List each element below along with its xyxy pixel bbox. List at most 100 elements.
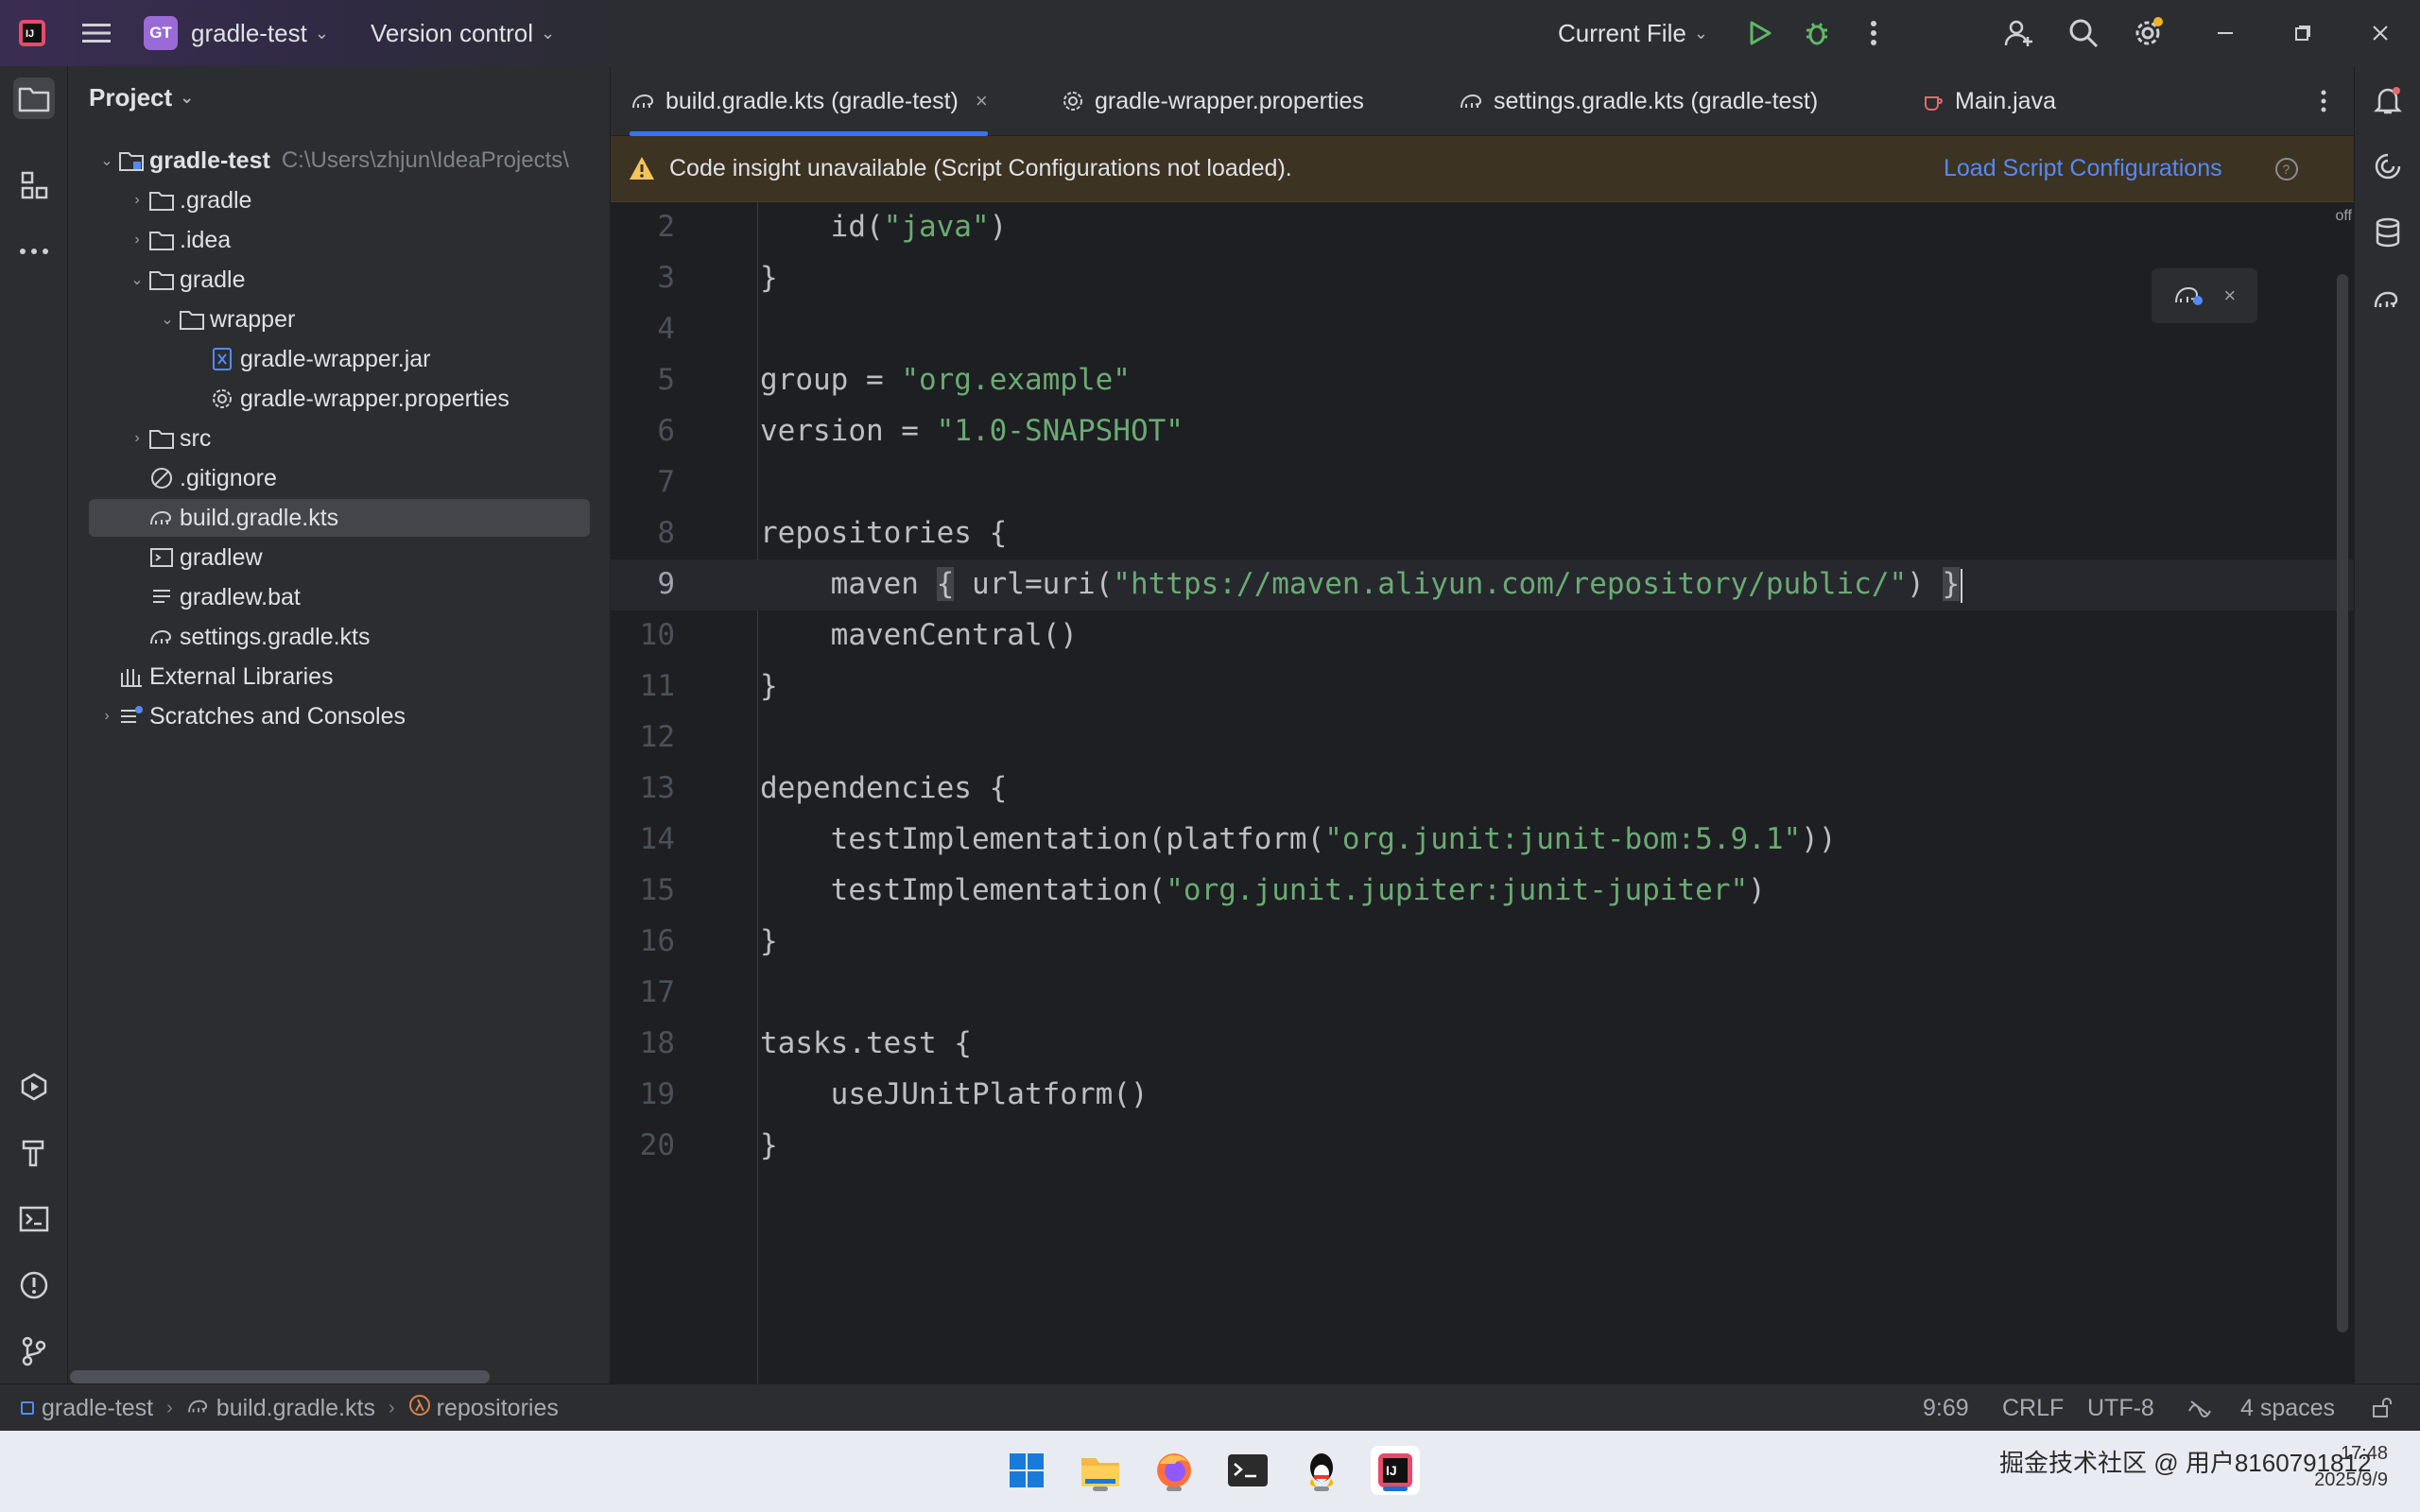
tab-build-gradle[interactable]: build.gradle.kts (gradle-test) ×: [630, 66, 988, 136]
inspection-status-label[interactable]: off: [2336, 208, 2353, 225]
run-config-selector[interactable]: Current File ⌄: [1558, 0, 1708, 66]
tree-item-scratches[interactable]: › Scratches and Consoles: [89, 697, 590, 735]
build-tool-icon[interactable]: [13, 1132, 55, 1174]
caret-position[interactable]: 9:69: [1923, 1384, 1969, 1432]
code-line[interactable]: 18 tasks.test {: [611, 1019, 2354, 1070]
intellij-logo-icon[interactable]: IJ: [15, 16, 49, 50]
breadcrumb-symbol[interactable]: repositories: [437, 1395, 559, 1422]
vertical-scrollbar[interactable]: [2337, 274, 2348, 1332]
project-panel-title[interactable]: Project ⌄: [89, 83, 194, 112]
code-line[interactable]: 10 mavenCentral(): [611, 610, 2354, 662]
system-clock[interactable]: 17:48 2025/9/9: [2314, 1440, 2388, 1493]
code-line[interactable]: 12: [611, 713, 2354, 764]
windows-start-icon[interactable]: [1002, 1446, 1051, 1495]
chevron-right-icon[interactable]: ›: [127, 232, 147, 249]
problems-tool-icon[interactable]: [13, 1264, 55, 1306]
code-line[interactable]: 2 id("java"): [611, 202, 2354, 253]
tree-item-gradlew-bat[interactable]: gradlew.bat: [89, 578, 590, 616]
breadcrumb-file[interactable]: build.gradle.kts: [216, 1395, 375, 1422]
database-icon[interactable]: [2367, 212, 2409, 253]
breadcrumb-project[interactable]: gradle-test: [42, 1395, 153, 1422]
restore-icon[interactable]: [2286, 16, 2320, 50]
qq-icon[interactable]: [1297, 1446, 1346, 1495]
tree-item-project-root[interactable]: ⌄ gradle-test C:\Users\zhjun\IdeaProject…: [89, 142, 590, 180]
vcs-menu[interactable]: Version control ⌄: [371, 0, 555, 66]
code-line[interactable]: 20 }: [611, 1121, 2354, 1172]
code-line-current[interactable]: 9 maven { url=uri("https://maven.aliyun.…: [611, 559, 2354, 610]
tree-item-settings-gradle[interactable]: settings.gradle.kts: [89, 618, 590, 656]
read-only-lock-icon[interactable]: [2371, 1384, 2394, 1432]
code-line[interactable]: 4: [611, 304, 2354, 355]
code-line[interactable]: 15 testImplementation("org.junit.jupiter…: [611, 866, 2354, 917]
terminal-app-icon[interactable]: [1223, 1446, 1272, 1495]
code-style-icon[interactable]: [2187, 1384, 2212, 1432]
code-line[interactable]: 5 group = "org.example": [611, 355, 2354, 406]
line-separator[interactable]: CRLF: [2002, 1384, 2064, 1432]
project-tool-icon[interactable]: [13, 77, 55, 119]
code-line[interactable]: 6 version = "1.0-SNAPSHOT": [611, 406, 2354, 457]
ai-assistant-icon[interactable]: [2367, 146, 2409, 187]
search-icon[interactable]: [2066, 16, 2100, 50]
help-icon[interactable]: ?: [2274, 157, 2299, 186]
chevron-right-icon[interactable]: ›: [127, 430, 147, 447]
tree-item-wrapper-properties[interactable]: gradle-wrapper.properties: [89, 380, 590, 418]
code-line[interactable]: 11 }: [611, 662, 2354, 713]
line-number: 18: [639, 1026, 675, 1060]
tree-item-dot-gradle[interactable]: › .gradle: [89, 181, 590, 219]
run-icon[interactable]: [1743, 16, 1777, 50]
git-tool-icon[interactable]: [13, 1331, 55, 1372]
tree-item-dot-idea[interactable]: › .idea: [89, 221, 590, 259]
main-menu-icon[interactable]: [79, 16, 113, 50]
terminal-tool-icon[interactable]: [13, 1198, 55, 1240]
lambda-icon: [408, 1394, 431, 1423]
chevron-right-icon[interactable]: ›: [127, 192, 147, 209]
more-tools-icon[interactable]: [13, 231, 55, 272]
chevron-right-icon[interactable]: ›: [96, 708, 117, 725]
close-tab-icon[interactable]: ×: [976, 89, 988, 113]
code-line[interactable]: 8 repositories {: [611, 508, 2354, 559]
tab-options-icon[interactable]: [2320, 66, 2327, 136]
tree-item-wrapper[interactable]: ⌄ wrapper: [89, 301, 590, 338]
horizontal-scrollbar[interactable]: [70, 1370, 490, 1383]
project-selector[interactable]: GT gradle-test ⌄: [144, 0, 329, 66]
structure-tool-icon[interactable]: [13, 164, 55, 206]
tree-item-build-gradle[interactable]: build.gradle.kts: [89, 499, 590, 537]
debug-icon[interactable]: [1800, 16, 1834, 50]
code-line[interactable]: 7: [611, 457, 2354, 508]
code-line[interactable]: 16 }: [611, 917, 2354, 968]
intellij-taskbar-icon[interactable]: IJ: [1371, 1446, 1420, 1495]
code-editor[interactable]: 2 id("java") 3 } 4 5 group = "org.exampl…: [611, 202, 2354, 1383]
tree-item-external-libraries[interactable]: External Libraries: [89, 658, 590, 696]
add-user-icon[interactable]: [2002, 16, 2036, 50]
tab-settings-gradle[interactable]: settings.gradle.kts (gradle-test): [1458, 66, 1818, 136]
file-encoding[interactable]: UTF-8: [2087, 1384, 2154, 1432]
tree-item-gradle-folder[interactable]: ⌄ gradle: [89, 261, 590, 299]
code-line[interactable]: 3 }: [611, 253, 2354, 304]
load-script-configurations-link[interactable]: Load Script Configurations: [1944, 155, 2222, 182]
chevron-down-icon[interactable]: ⌄: [96, 151, 117, 170]
notifications-icon[interactable]: [2367, 79, 2409, 121]
services-tool-icon[interactable]: [13, 1066, 55, 1108]
more-actions-icon[interactable]: [1857, 16, 1891, 50]
code-line[interactable]: 13 dependencies {: [611, 764, 2354, 815]
firefox-icon[interactable]: [1150, 1446, 1199, 1495]
tree-item-gradlew[interactable]: gradlew: [89, 539, 590, 576]
code-line[interactable]: 19 useJUnitPlatform(): [611, 1070, 2354, 1121]
close-popup-icon[interactable]: ×: [2223, 284, 2236, 308]
chevron-down-icon[interactable]: ⌄: [157, 310, 178, 329]
tree-item-gitignore[interactable]: .gitignore: [89, 459, 590, 497]
tab-wrapper-properties[interactable]: gradle-wrapper.properties: [1059, 66, 1364, 136]
chevron-down-icon[interactable]: ⌄: [127, 270, 147, 289]
tree-item-src[interactable]: › src: [89, 420, 590, 457]
minimize-icon[interactable]: [2208, 16, 2242, 50]
file-explorer-icon[interactable]: [1076, 1446, 1125, 1495]
gradle-reload-icon[interactable]: [2173, 282, 2204, 311]
settings-gear-icon[interactable]: [2131, 16, 2165, 50]
indent-setting[interactable]: 4 spaces: [2240, 1384, 2335, 1432]
code-line[interactable]: 14 testImplementation(platform("org.juni…: [611, 815, 2354, 866]
gradle-tool-icon[interactable]: [2367, 278, 2409, 319]
code-line[interactable]: 17: [611, 968, 2354, 1019]
tab-main-java[interactable]: Main.java: [1919, 66, 2056, 136]
close-window-icon[interactable]: [2363, 16, 2397, 50]
tree-item-wrapper-jar[interactable]: gradle-wrapper.jar: [89, 340, 590, 378]
